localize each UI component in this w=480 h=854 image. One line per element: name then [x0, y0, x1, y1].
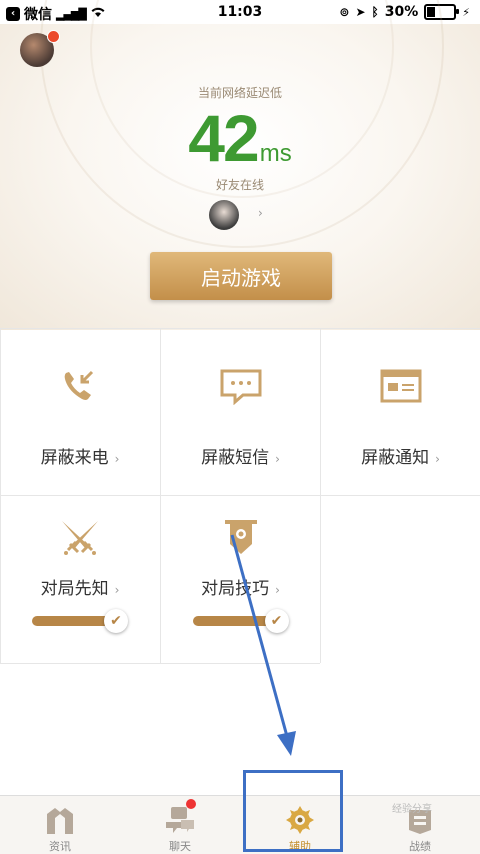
- toggle-track: [32, 616, 112, 626]
- tab-label: 资讯: [49, 840, 71, 853]
- latency-readout: 42ms: [0, 100, 480, 176]
- feature-label: 屏蔽短信 ›: [201, 448, 280, 468]
- feature-label: 对局先知 ›: [40, 579, 120, 599]
- feature-block-sms[interactable]: 屏蔽短信 ›: [161, 329, 320, 495]
- notification-card-icon: [380, 369, 421, 403]
- friends-online-label: 好友在线: [215, 178, 264, 192]
- grid-divider: [0, 663, 320, 664]
- chat-badge-dot: [186, 799, 196, 809]
- friend-avatar[interactable]: [209, 200, 239, 230]
- feature-label: 屏蔽通知 ›: [361, 448, 440, 468]
- foresight-toggle[interactable]: ✔: [32, 609, 128, 633]
- feature-label: 屏蔽来电 ›: [40, 448, 120, 468]
- feature-match-foresight[interactable]: 对局先知 › ✔: [0, 496, 160, 663]
- feature-block-calls[interactable]: 屏蔽来电 ›: [0, 329, 160, 495]
- charging-icon: ⚡: [462, 5, 470, 19]
- news-icon: [47, 808, 73, 834]
- watermark-text: 经验分享: [392, 804, 432, 815]
- crossed-swords-icon: [62, 521, 98, 555]
- phone-incoming-icon: [64, 370, 94, 400]
- check-icon: ✔: [264, 609, 289, 633]
- friend-arrow-icon[interactable]: ›: [258, 206, 263, 220]
- latency-label: 当前网络延迟低: [197, 86, 282, 100]
- tab-news[interactable]: 资讯: [0, 796, 120, 854]
- feature-match-tips[interactable]: 对局技巧 › ✔: [161, 496, 320, 663]
- banner-icon: [224, 520, 257, 554]
- tab-chat[interactable]: 聊天: [120, 796, 240, 854]
- latency-value: 42: [188, 101, 259, 175]
- toggle-track: [192, 616, 273, 626]
- start-game-button[interactable]: 启动游戏: [150, 252, 332, 300]
- avatar-notification-dot: [47, 30, 60, 43]
- tab-label: 战绩: [409, 840, 431, 853]
- annotation-highlight-box: [243, 770, 343, 852]
- check-icon: ✔: [104, 609, 128, 633]
- tab-label: 聊天: [169, 840, 191, 853]
- feature-block-notifications[interactable]: 屏蔽通知 ›: [321, 329, 480, 495]
- message-icon: [220, 369, 261, 405]
- latency-unit: ms: [259, 140, 292, 167]
- feature-label: 对局技巧 ›: [201, 579, 280, 599]
- tips-toggle[interactable]: ✔: [192, 609, 289, 633]
